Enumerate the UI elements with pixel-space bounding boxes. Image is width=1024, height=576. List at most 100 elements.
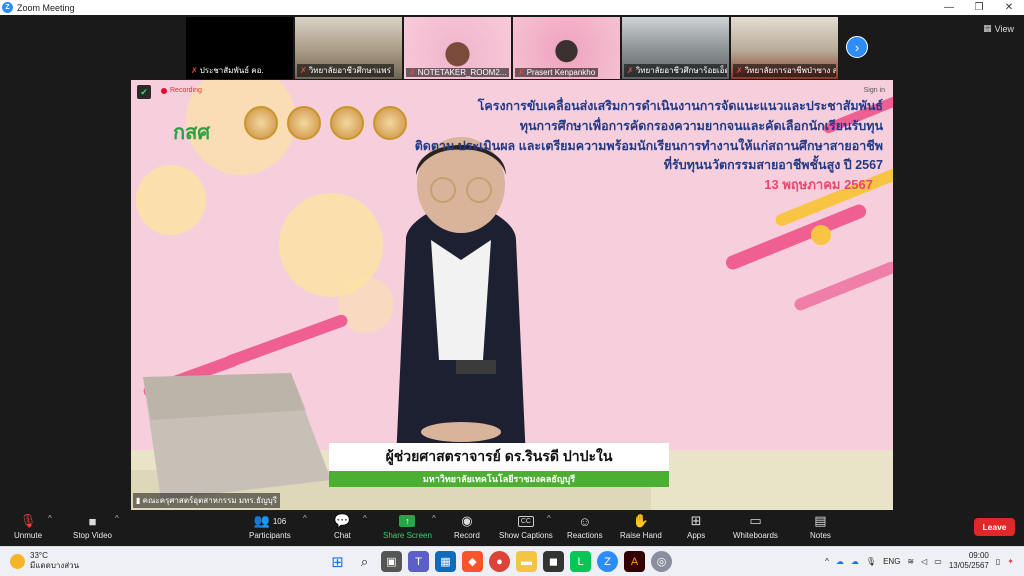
- view-button[interactable]: ▦ View: [983, 23, 1014, 34]
- raise-hand-label: Raise Hand: [620, 531, 662, 540]
- show-hidden-icons-chevron-icon[interactable]: ^: [825, 557, 829, 566]
- weather-widget[interactable]: 33°C มีแดดบางส่วน: [10, 551, 79, 571]
- banner-title-line: ทุนการศึกษาเพื่อการคัดกรองความยากจนและคั…: [519, 119, 883, 133]
- recording-label: Recording: [170, 87, 202, 94]
- raise-hand-button[interactable]: ✋ Raise Hand: [620, 513, 662, 540]
- institution-seal-icon: [287, 106, 321, 140]
- onedrive-cloud-icon[interactable]: ☁: [836, 557, 844, 566]
- show-captions-button[interactable]: CC Show Captions: [499, 513, 553, 540]
- institution-seal-icon: [244, 106, 278, 140]
- next-page-chevron-icon[interactable]: ›: [846, 36, 868, 58]
- participants-button[interactable]: 👥 106 Participants: [249, 513, 291, 540]
- notification-bell-icon[interactable]: ▯: [996, 557, 1000, 566]
- stop-video-label: Stop Video: [73, 531, 112, 540]
- participant-name-tag: ✗ วิทยาลัยอาชีวศึกษาร้อยเอ็ด: [624, 64, 727, 77]
- search-icon[interactable]: ⌕: [354, 551, 375, 572]
- share-screen-button[interactable]: ↑ Share Screen: [383, 513, 432, 540]
- speaker-volume-icon[interactable]: ◁: [921, 557, 927, 566]
- participant-strip: ✗ ประชาสัมพันธ์ คอ. ✗ วิทยาลัยอาชีวศึกษาแพ…: [186, 17, 838, 79]
- security-shield-icon[interactable]: ✔: [137, 85, 151, 99]
- participants-label: Participants: [249, 531, 291, 540]
- mic-muted-icon: ✗: [736, 66, 743, 75]
- taskbar-clock[interactable]: 09:00 13/05/2567: [949, 551, 989, 571]
- grid-icon: ▦: [983, 23, 992, 33]
- microsoft-store-icon[interactable]: ▦: [435, 551, 456, 572]
- chat-options-chevron-icon[interactable]: ^: [363, 514, 367, 523]
- participant-name: ประชาสัมพันธ์ คอ.: [199, 66, 264, 75]
- windows-start-icon[interactable]: ⊞: [327, 551, 348, 572]
- weather-text: 33°C มีแดดบางส่วน: [30, 551, 79, 571]
- participant-name: วิทยาลัยอาชีวศึกษาร้อยเอ็ด: [635, 66, 727, 75]
- show-captions-label: Show Captions: [499, 531, 553, 540]
- clock-date: 13/05/2567: [948, 561, 989, 570]
- banner-date: 13 พฤษภาคม 2567: [764, 177, 873, 192]
- weather-temperature: 33°C: [30, 551, 48, 560]
- app-globe-icon[interactable]: ◎: [651, 551, 672, 572]
- window-titlebar: Z Zoom Meeting — ❐ ✕: [0, 0, 1024, 15]
- mic-muted-icon: ✗: [518, 68, 525, 77]
- mic-muted-icon: ✗: [627, 66, 634, 75]
- teams-icon[interactable]: T: [408, 551, 429, 572]
- notes-button[interactable]: ▤ Notes: [810, 513, 831, 540]
- taskbar-pinned-apps: ⊞ ⌕ ▣ T ▦ ◆ ● ▬ ◼ L Z A ◎: [327, 551, 672, 572]
- task-view-icon[interactable]: ▣: [381, 551, 402, 572]
- onedrive-cloud-icon[interactable]: ☁: [851, 557, 859, 566]
- whiteboard-icon: ▭: [749, 513, 762, 528]
- record-circle-icon: ◉: [461, 513, 473, 528]
- record-button[interactable]: ◉ Record: [454, 513, 480, 540]
- participant-name-tag: ✗ NOTETAKER_ROOM2...: [406, 68, 509, 77]
- line-icon[interactable]: L: [570, 551, 591, 572]
- participant-thumbnail[interactable]: ✗ วิทยาลัยการอาชีพป่าซาง ล...: [731, 17, 838, 79]
- video-camera-icon: ■: [88, 513, 97, 529]
- battery-icon[interactable]: ▭: [934, 557, 942, 566]
- minimize-button[interactable]: —: [934, 0, 964, 15]
- banner-title-line: โครงการขับเคลื่อนส่งเสริมการดำเนินงานการ…: [477, 99, 883, 113]
- close-button[interactable]: ✕: [994, 0, 1024, 15]
- captions-options-chevron-icon[interactable]: ^: [547, 514, 551, 523]
- participant-name: NOTETAKER_ROOM2...: [417, 68, 507, 77]
- banner-title-line: ติดตาม ประเมินผล และเตรียมความพร้อมนักเร…: [414, 139, 883, 153]
- smiley-face-icon: ☺: [578, 513, 592, 529]
- apps-button[interactable]: ⊞ Apps: [687, 513, 705, 540]
- participant-name: Prasert Kenpankho: [526, 68, 596, 77]
- video-options-chevron-icon[interactable]: ^: [115, 514, 119, 523]
- zoom-logo-icon: Z: [2, 2, 13, 13]
- chrome-icon[interactable]: ●: [489, 551, 510, 572]
- brave-browser-icon[interactable]: ◆: [462, 551, 483, 572]
- language-indicator[interactable]: ENG: [883, 557, 900, 566]
- raised-hand-icon: ✋: [632, 513, 649, 528]
- audio-options-chevron-icon[interactable]: ^: [48, 514, 52, 523]
- file-explorer-icon[interactable]: ▬: [516, 551, 537, 572]
- sign-in-link[interactable]: Sign in: [864, 87, 885, 94]
- whiteboards-button[interactable]: ▭ Whiteboards: [733, 513, 778, 540]
- participant-name-tag: ✗ ประชาสัมพันธ์ คอ.: [188, 64, 267, 77]
- microphone-muted-icon: 🎙: [19, 513, 37, 528]
- participant-thumbnail[interactable]: ✗ Prasert Kenpankho: [513, 17, 620, 79]
- participant-name: วิทยาลัยอาชีวศึกษาแพร่: [308, 66, 391, 75]
- mic-muted-icon: ✗: [300, 66, 307, 75]
- app-icon[interactable]: ◼: [543, 551, 564, 572]
- clock-time: 09:00: [968, 551, 989, 560]
- closed-captions-icon: CC: [517, 515, 534, 527]
- participant-thumbnail[interactable]: ✗ NOTETAKER_ROOM2...: [404, 17, 511, 79]
- institution-seal-icon: [373, 106, 407, 140]
- stop-video-button[interactable]: ■ Stop Video: [73, 513, 112, 541]
- copilot-icon[interactable]: ✦: [1007, 557, 1014, 566]
- reactions-button[interactable]: ☺ Reactions: [567, 513, 603, 541]
- leave-button[interactable]: Leave: [974, 518, 1015, 536]
- mic-muted-icon: ✗: [409, 68, 416, 77]
- adobe-illustrator-icon[interactable]: A: [624, 551, 645, 572]
- participant-thumbnail[interactable]: ✗ วิทยาลัยอาชีวศึกษาร้อยเอ็ด: [622, 17, 729, 79]
- share-options-chevron-icon[interactable]: ^: [432, 514, 436, 523]
- zoom-icon[interactable]: Z: [597, 551, 618, 572]
- microphone-icon[interactable]: 🎙: [866, 557, 876, 566]
- unmute-button[interactable]: 🎙 Unmute: [14, 513, 42, 540]
- participants-options-chevron-icon[interactable]: ^: [303, 514, 307, 523]
- participant-thumbnail[interactable]: ✗ ประชาสัมพันธ์ คอ.: [186, 17, 293, 79]
- maximize-button[interactable]: ❐: [964, 0, 994, 15]
- chat-button[interactable]: 💬 Chat: [334, 513, 351, 540]
- unmute-label: Unmute: [14, 531, 43, 540]
- participant-thumbnail[interactable]: ✗ วิทยาลัยอาชีวศึกษาแพร่: [295, 17, 402, 79]
- apps-label: Apps: [687, 531, 706, 540]
- wifi-icon[interactable]: ≋: [907, 557, 914, 566]
